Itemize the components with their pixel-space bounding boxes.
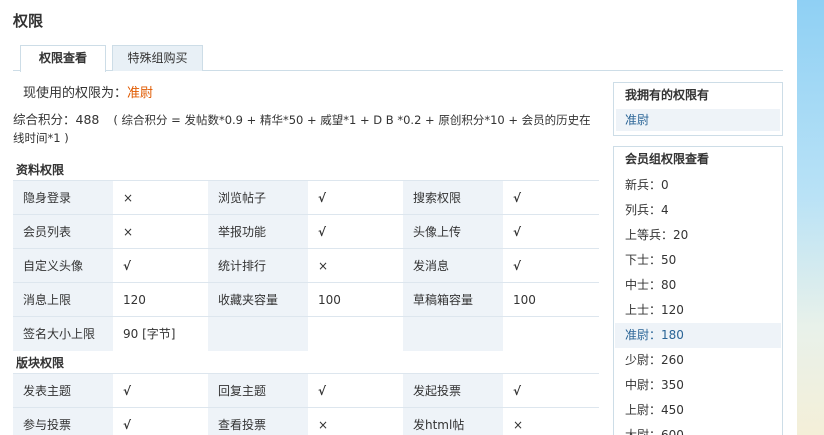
permission-label: 草稿箱容量 <box>403 282 503 317</box>
group-level-item[interactable]: 新兵：0 <box>614 173 782 198</box>
check-icon: √ <box>113 248 208 283</box>
check-icon: √ <box>308 214 403 249</box>
score-info: 综合积分：488( 综合积分 = 发帖数*0.9 + 精华*50 + 威望*1 … <box>13 111 598 147</box>
data-permissions-table: 隐身登录 × 浏览帖子 √ 搜索权限 √ 会员列表 × 举报功能 √ 头像上传 √ 自定义头像 √ 统计排行… <box>13 180 599 351</box>
permission-label: 会员列表 <box>13 214 113 249</box>
permission-value: 120 <box>113 282 208 317</box>
cross-icon: × <box>308 248 403 283</box>
permission-label <box>208 316 308 351</box>
check-icon: √ <box>308 180 403 215</box>
permission-row: 发表主题 √ 回复主题 √ 发起投票 √ <box>13 373 599 408</box>
my-permission-item[interactable]: 准尉 <box>616 109 780 131</box>
group-level-item[interactable]: 中士：80 <box>614 273 782 298</box>
permission-label: 发消息 <box>403 248 503 283</box>
window-background-strip <box>797 0 824 435</box>
permission-value: 100 <box>503 282 599 317</box>
check-icon: √ <box>503 214 599 249</box>
permission-label: 发起投票 <box>403 373 503 408</box>
permission-label: 自定义头像 <box>13 248 113 283</box>
score-value: 488 <box>75 112 100 127</box>
group-level-item[interactable]: 大尉：600 <box>614 423 782 435</box>
permission-value: 90 [字节] <box>113 316 208 351</box>
permission-value <box>503 316 599 351</box>
permission-label: 回复主题 <box>208 373 308 408</box>
check-icon: √ <box>503 180 599 215</box>
group-level-item[interactable]: 少尉：260 <box>614 348 782 373</box>
tab-bar: 权限查看 特殊组购买 <box>13 45 783 72</box>
permission-value: 100 <box>308 282 403 317</box>
permission-label: 隐身登录 <box>13 180 113 215</box>
check-icon: √ <box>113 373 208 408</box>
cross-icon: × <box>308 407 403 435</box>
group-level-item[interactable]: 准尉：180 <box>615 323 781 348</box>
group-level-item[interactable]: 上士：120 <box>614 298 782 323</box>
cross-icon: × <box>503 407 599 435</box>
permission-label: 查看投票 <box>208 407 308 435</box>
permission-label: 消息上限 <box>13 282 113 317</box>
permission-label: 举报功能 <box>208 214 308 249</box>
permission-row: 自定义头像 √ 统计排行 × 发消息 √ <box>13 248 599 283</box>
score-formula: ( 综合积分 = 发帖数*0.9 + 精华*50 + 威望*1 + D B *0… <box>13 113 591 145</box>
permission-row: 消息上限 120 收藏夹容量 100 草稿箱容量 100 <box>13 282 599 317</box>
check-icon: √ <box>308 373 403 408</box>
section-title-data-permissions: 资料权限 <box>16 163 65 177</box>
cross-icon: × <box>113 214 208 249</box>
cross-icon: × <box>113 180 208 215</box>
check-icon: √ <box>113 407 208 435</box>
permission-row: 签名大小上限 90 [字节] <box>13 316 599 351</box>
permission-label: 签名大小上限 <box>13 316 113 351</box>
permission-row: 会员列表 × 举报功能 √ 头像上传 √ <box>13 214 599 249</box>
group-permissions-box: 会员组权限查看 新兵：0 列兵：4 上等兵：20 下士：50 中士：80 上士：120 准尉… <box>613 146 783 435</box>
group-permissions-title: 会员组权限查看 <box>625 152 710 166</box>
group-list: 新兵：0 列兵：4 上等兵：20 下士：50 中士：80 上士：120 准尉：180 少尉：2… <box>614 171 782 435</box>
tab-special-group-purchase[interactable]: 特殊组购买 <box>112 45 203 71</box>
group-level-item[interactable]: 上尉：450 <box>614 398 782 423</box>
current-permission-label: 现使用的权限为： <box>23 86 128 101</box>
permission-label: 发html帖 <box>403 407 503 435</box>
section-title-board-permissions: 版块权限 <box>16 356 65 370</box>
group-level-item[interactable]: 上等兵：20 <box>614 223 782 248</box>
board-permissions-table: 发表主题 √ 回复主题 √ 发起投票 √ 参与投票 √ 查看投票 × 发html帖 × <box>13 373 599 435</box>
permission-row: 参与投票 √ 查看投票 × 发html帖 × <box>13 407 599 435</box>
permission-row: 隐身登录 × 浏览帖子 √ 搜索权限 √ <box>13 180 599 215</box>
current-permission: 现使用的权限为：准尉 <box>23 82 153 101</box>
page-title: 权限 <box>13 12 44 30</box>
my-permissions-box: 我拥有的权限有 准尉 <box>613 82 783 136</box>
check-icon: √ <box>503 248 599 283</box>
permission-label <box>403 316 503 351</box>
permission-label: 头像上传 <box>403 214 503 249</box>
permission-value <box>308 316 403 351</box>
current-permission-value: 准尉 <box>127 86 154 101</box>
group-level-item[interactable]: 列兵：4 <box>614 198 782 223</box>
score-label: 综合积分： <box>13 112 76 127</box>
tab-permission-view[interactable]: 权限查看 <box>20 45 106 72</box>
permission-label: 收藏夹容量 <box>208 282 308 317</box>
group-level-item[interactable]: 中尉：350 <box>614 373 782 398</box>
group-level-item[interactable]: 下士：50 <box>614 248 782 273</box>
permission-label: 浏览帖子 <box>208 180 308 215</box>
permission-label: 参与投票 <box>13 407 113 435</box>
permission-label: 统计排行 <box>208 248 308 283</box>
check-icon: √ <box>503 373 599 408</box>
permission-label: 发表主题 <box>13 373 113 408</box>
permission-label: 搜索权限 <box>403 180 503 215</box>
my-permissions-title: 我拥有的权限有 <box>625 88 710 102</box>
